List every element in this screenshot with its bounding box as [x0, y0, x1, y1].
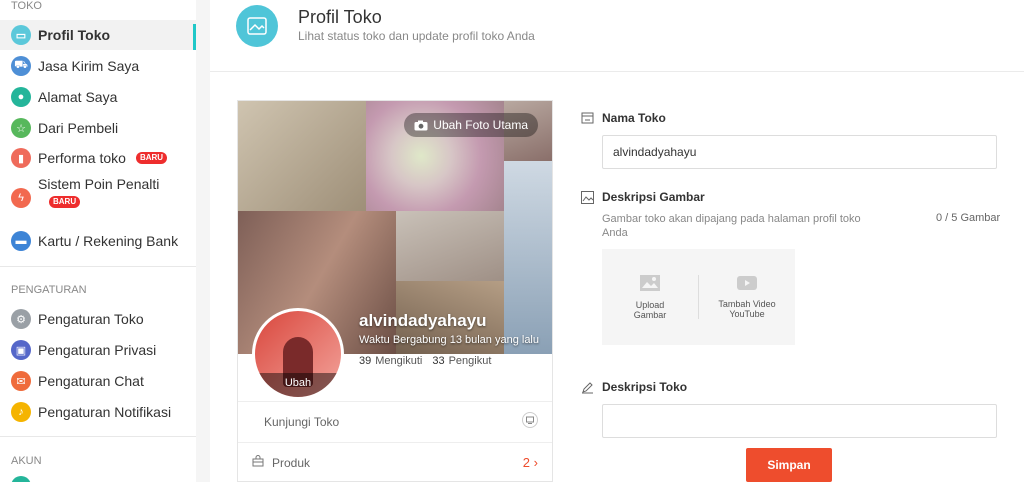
shop-name-label: Nama Toko: [602, 111, 666, 125]
truck-icon: ⛟: [11, 56, 31, 76]
sidebar-item-label: Pengaturan Privasi: [38, 342, 157, 358]
youtube-icon: [737, 276, 757, 290]
products-count-wrap: 2 ›: [523, 455, 538, 470]
shop-profile-icon: [236, 5, 278, 47]
sidebar-item-text: Sistem Poin Penalti BARU: [38, 176, 159, 208]
products-count: 2: [522, 455, 531, 470]
sidebar-group-toko: TOKO: [11, 0, 42, 12]
pencil-icon: [582, 381, 593, 393]
change-cover-label: Ubah Foto Utama: [433, 118, 528, 132]
visit-shop-row[interactable]: Kunjungi Toko: [238, 401, 552, 441]
image-upload-icon: [640, 275, 660, 291]
sidebar-item-label: Kartu / Rekening Bank: [38, 233, 179, 249]
sidebar: TOKO ▭ Profil Toko ⛟ Jasa Kirim Saya ● A…: [0, 0, 196, 482]
chat-icon: ✉: [11, 371, 31, 391]
change-avatar-label[interactable]: Ubah: [255, 373, 341, 397]
sidebar-item-label: Alamat Saya: [38, 89, 118, 105]
shop-avatar[interactable]: Ubah: [252, 308, 344, 400]
shop-icon: ▭: [11, 25, 31, 45]
image-icon: [581, 190, 594, 204]
sidebar-item-label: Performa toko: [38, 150, 126, 166]
store-icon: [581, 112, 594, 124]
page-subtitle: Lihat status toko dan update profil toko…: [298, 29, 535, 43]
new-badge: BARU: [135, 152, 168, 164]
lock-icon: ▣: [11, 340, 31, 360]
change-cover-button[interactable]: Ubah Foto Utama: [404, 113, 538, 137]
cover-tile: [504, 161, 552, 354]
sidebar-item-label: Pengaturan Toko: [38, 311, 144, 327]
shop-name-label-row: Nama Toko: [581, 111, 666, 125]
sidebar-item-performa-toko[interactable]: ▮ Performa toko BARU: [0, 143, 196, 173]
sidebar-item-label: Profil Toko: [38, 27, 111, 43]
joined-text: Waktu Bergabung 13 bulan yang lalu: [359, 334, 539, 346]
sidebar-group-akun: AKUN: [11, 455, 42, 467]
visit-shop-label: Kunjungi Toko: [264, 414, 340, 429]
add-video-button[interactable]: Tambah Video YouTube: [699, 249, 795, 345]
shop-desc-input[interactable]: [602, 404, 997, 438]
sidebar-item-pengaturan-chat[interactable]: ✉ Pengaturan Chat: [0, 366, 196, 396]
sidebar-item-label: Pengaturan Chat: [38, 373, 144, 389]
bag-icon: [252, 455, 264, 470]
sidebar-divider: [0, 436, 196, 437]
sidebar-item-pengaturan-notifikasi[interactable]: ♪ Pengaturan Notifikasi: [0, 397, 196, 427]
image-counter: 0 / 5 Gambar: [936, 212, 1001, 224]
chart-icon: ▮: [11, 148, 31, 168]
sidebar-item-kartu-rekening[interactable]: ▬ Kartu / Rekening Bank: [0, 226, 196, 256]
star-icon: ☆: [11, 118, 31, 138]
main-panel: Profil Toko Lihat status toko dan update…: [210, 0, 1024, 482]
shop-desc-label-row: Deskripsi Toko: [581, 380, 687, 394]
save-button[interactable]: Simpan: [746, 448, 832, 482]
follow-stats: 39 Mengikuti 33 Pengikut: [359, 355, 491, 367]
sidebar-item-dari-pembeli[interactable]: ☆ Dari Pembeli: [0, 113, 196, 143]
sidebar-item-label: Dari Pembeli: [38, 120, 119, 136]
card-icon: ▬: [11, 231, 31, 251]
header-divider: [210, 71, 1024, 72]
location-pin-icon: ●: [11, 87, 31, 107]
sidebar-item-alamat[interactable]: ● Alamat Saya: [0, 82, 196, 112]
new-badge: BARU: [49, 196, 81, 208]
followers-count: 33: [432, 355, 445, 367]
image-desc-label-row: Deskripsi Gambar: [581, 190, 705, 204]
upload-image-label: Upload Gambar: [633, 300, 667, 320]
sidebar-item-jasa-kirim[interactable]: ⛟ Jasa Kirim Saya: [0, 51, 196, 81]
sidebar-group-pengaturan: PENGATURAN: [11, 284, 87, 296]
media-upload-area: Upload Gambar Tambah Video YouTube: [602, 249, 795, 345]
following-count: 39: [359, 355, 372, 367]
upload-image-button[interactable]: Upload Gambar: [602, 249, 698, 345]
sidebar-item-label: Pengaturan Notifikasi: [38, 404, 172, 420]
cover-tile: [238, 101, 366, 211]
sidebar-scrollbar-gutter: [196, 0, 210, 482]
following-label: Mengikuti: [375, 355, 423, 367]
monitor-icon: [522, 412, 538, 431]
image-hint: Gambar toko akan dipajang pada halaman p…: [602, 213, 861, 239]
account-icon[interactable]: [11, 476, 31, 482]
sidebar-item-label: Jasa Kirim Saya: [38, 58, 140, 74]
sidebar-item-label: Sistem Poin Penalti: [38, 176, 160, 192]
shop-name-input[interactable]: alvindadyahayu: [602, 135, 997, 169]
warning-icon: ϟ: [11, 188, 31, 208]
followers-label: Pengikut: [448, 355, 492, 367]
camera-icon: [414, 120, 428, 130]
sidebar-item-poin-penalti[interactable]: ϟ Sistem Poin Penalti BARU: [0, 176, 196, 220]
products-label: Produk: [272, 455, 311, 470]
sidebar-divider: [0, 266, 196, 267]
chevron-right-icon: ›: [533, 455, 538, 470]
bell-icon: ♪: [11, 402, 31, 422]
shop-card: Ubah Foto Utama alvindadyahayu Waktu Ber…: [237, 100, 553, 482]
add-video-label: Tambah Video YouTube: [718, 299, 776, 319]
gear-icon: ⚙: [11, 309, 31, 329]
sidebar-item-profil-toko[interactable]: ▭ Profil Toko: [0, 20, 196, 50]
page-title: Profil Toko: [298, 7, 382, 27]
sidebar-item-pengaturan-privasi[interactable]: ▣ Pengaturan Privasi: [0, 335, 196, 365]
shop-desc-label: Deskripsi Toko: [602, 380, 688, 394]
products-row[interactable]: Produk 2 ›: [238, 442, 552, 482]
shop-name: alvindadyahayu: [359, 311, 487, 330]
cover-tile: [396, 211, 504, 281]
sidebar-item-pengaturan-toko[interactable]: ⚙ Pengaturan Toko: [0, 304, 196, 334]
image-desc-label: Deskripsi Gambar: [602, 190, 705, 204]
